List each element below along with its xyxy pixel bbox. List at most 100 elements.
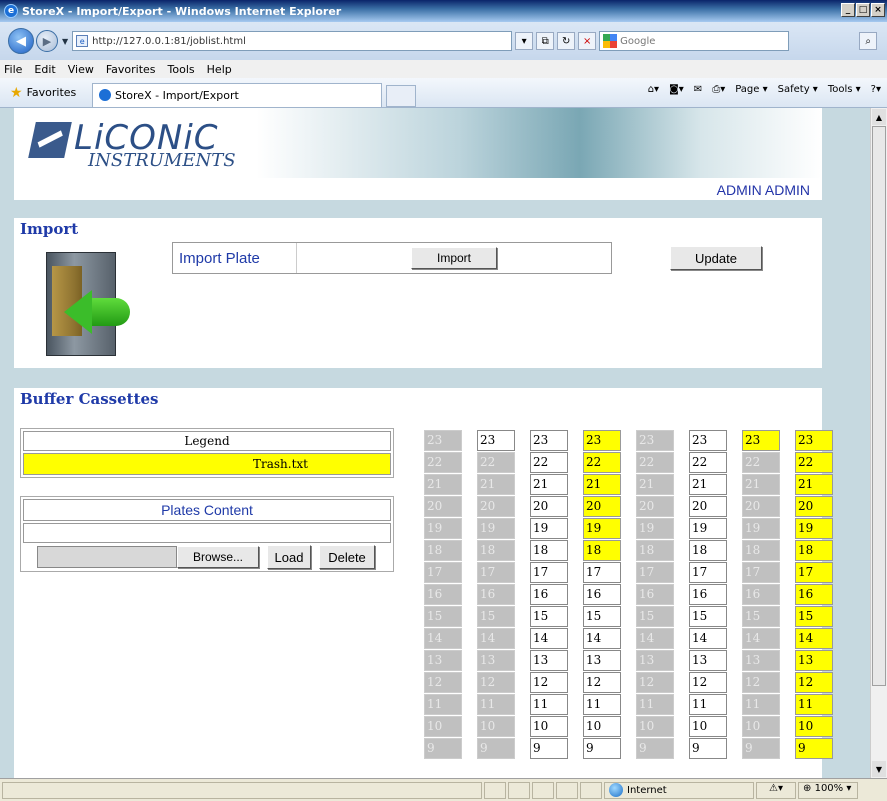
cassette-slot[interactable]: 11 [689,694,727,715]
cassette-slot[interactable]: 23 [477,430,515,451]
cassette-slot[interactable]: 11 [477,694,515,715]
cassette-slot[interactable]: 9 [689,738,727,759]
cassette-slot[interactable]: 10 [689,716,727,737]
safety-menu[interactable]: Safety ▾ [778,84,818,95]
cassette-slot[interactable]: 13 [689,650,727,671]
cassette-slot[interactable]: 20 [795,496,833,517]
cassette-slot[interactable]: 18 [689,540,727,561]
cassette-slot[interactable]: 17 [795,562,833,583]
cassette-slot[interactable]: 23 [530,430,568,451]
cassette-slot[interactable]: 14 [424,628,462,649]
print-icon[interactable]: ⎙▾ [712,84,725,95]
delete-button[interactable]: Delete [319,545,375,569]
cassette-slot[interactable]: 20 [636,496,674,517]
refresh-icon[interactable]: ↻ [557,32,576,50]
cassette-slot[interactable]: 12 [636,672,674,693]
cassette-slot[interactable]: 10 [636,716,674,737]
cassette-slot[interactable]: 9 [795,738,833,759]
cassette-slot[interactable]: 20 [689,496,727,517]
cassette-slot[interactable]: 19 [795,518,833,539]
cassette-slot[interactable]: 10 [530,716,568,737]
cassette-slot[interactable]: 22 [689,452,727,473]
tools-menu[interactable]: Tools ▾ [828,84,861,95]
home-icon[interactable]: ⌂▾ [648,84,659,95]
cassette-slot[interactable]: 13 [795,650,833,671]
browser-tab[interactable]: StoreX - Import/Export [92,82,382,107]
cassette-slot[interactable]: 9 [477,738,515,759]
cassette-slot[interactable]: 22 [583,452,621,473]
cassette-slot[interactable]: 15 [477,606,515,627]
cassette-slot[interactable]: 18 [583,540,621,561]
cassette-slot[interactable]: 13 [742,650,780,671]
cassette-slot[interactable]: 13 [477,650,515,671]
cassette-slot[interactable]: 22 [424,452,462,473]
cassette-slot[interactable]: 13 [583,650,621,671]
cassette-slot[interactable]: 23 [689,430,727,451]
cassette-slot[interactable]: 19 [530,518,568,539]
url-input[interactable]: e http://127.0.0.1:81/joblist.html [72,31,513,51]
cassette-slot[interactable]: 10 [742,716,780,737]
cassette-slot[interactable]: 10 [795,716,833,737]
cassette-slot[interactable]: 18 [530,540,568,561]
cassette-slot[interactable]: 14 [795,628,833,649]
search-icon[interactable]: ⌕ [859,32,878,50]
help-icon[interactable]: ?▾ [871,84,881,95]
cassette-slot[interactable]: 9 [742,738,780,759]
cassette-slot[interactable]: 20 [477,496,515,517]
menu-file[interactable]: File [4,63,22,76]
cassette-slot[interactable]: 16 [689,584,727,605]
cassette-slot[interactable]: 21 [583,474,621,495]
minimize-button[interactable]: _ [841,3,855,17]
cassette-slot[interactable]: 16 [530,584,568,605]
cassette-slot[interactable]: 17 [477,562,515,583]
cassette-slot[interactable]: 18 [742,540,780,561]
cassette-slot[interactable]: 16 [742,584,780,605]
cassette-slot[interactable]: 19 [636,518,674,539]
cassette-slot[interactable]: 17 [689,562,727,583]
cassette-slot[interactable]: 11 [742,694,780,715]
cassette-slot[interactable]: 20 [583,496,621,517]
forward-button[interactable]: ▶ [36,30,58,52]
cassette-slot[interactable]: 12 [795,672,833,693]
cassette-slot[interactable]: 21 [636,474,674,495]
cassette-slot[interactable]: 20 [742,496,780,517]
browse-button[interactable]: Browse... [177,546,259,568]
url-dropdown-icon[interactable]: ▾ [515,32,534,50]
cassette-slot[interactable]: 16 [477,584,515,605]
cassette-slot[interactable]: 14 [689,628,727,649]
search-input[interactable]: Google [599,31,790,51]
cassette-slot[interactable]: 18 [636,540,674,561]
cassette-slot[interactable]: 22 [742,452,780,473]
cassette-slot[interactable]: 17 [636,562,674,583]
protected-mode-icon[interactable]: ⚠▾ [756,781,796,799]
cassette-slot[interactable]: 18 [477,540,515,561]
cassette-slot[interactable]: 13 [424,650,462,671]
cassette-slot[interactable]: 23 [636,430,674,451]
cassette-slot[interactable]: 21 [530,474,568,495]
cassette-slot[interactable]: 13 [530,650,568,671]
cassette-slot[interactable]: 23 [424,430,462,451]
cassette-slot[interactable]: 18 [795,540,833,561]
cassette-slot[interactable]: 21 [795,474,833,495]
favorites-button[interactable]: ★ Favorites [0,85,92,101]
cassette-slot[interactable]: 20 [424,496,462,517]
cassette-slot[interactable]: 19 [689,518,727,539]
cassette-slot[interactable]: 15 [530,606,568,627]
cassette-slot[interactable]: 16 [636,584,674,605]
cassette-slot[interactable]: 22 [477,452,515,473]
cassette-slot[interactable]: 21 [424,474,462,495]
cassette-slot[interactable]: 23 [583,430,621,451]
file-input[interactable] [37,546,177,568]
compatibility-icon[interactable]: ⧉ [536,32,555,50]
maximize-button[interactable]: □ [856,3,870,17]
cassette-slot[interactable]: 23 [795,430,833,451]
cassette-slot[interactable]: 12 [742,672,780,693]
zoom-control[interactable]: ⊕ 100% ▾ [798,781,858,799]
back-button[interactable]: ◀ [8,28,34,54]
cassette-slot[interactable]: 22 [636,452,674,473]
cassette-slot[interactable]: 16 [583,584,621,605]
cassette-slot[interactable]: 19 [477,518,515,539]
cassette-slot[interactable]: 15 [636,606,674,627]
stop-icon[interactable]: × [578,32,597,50]
cassette-slot[interactable]: 19 [742,518,780,539]
